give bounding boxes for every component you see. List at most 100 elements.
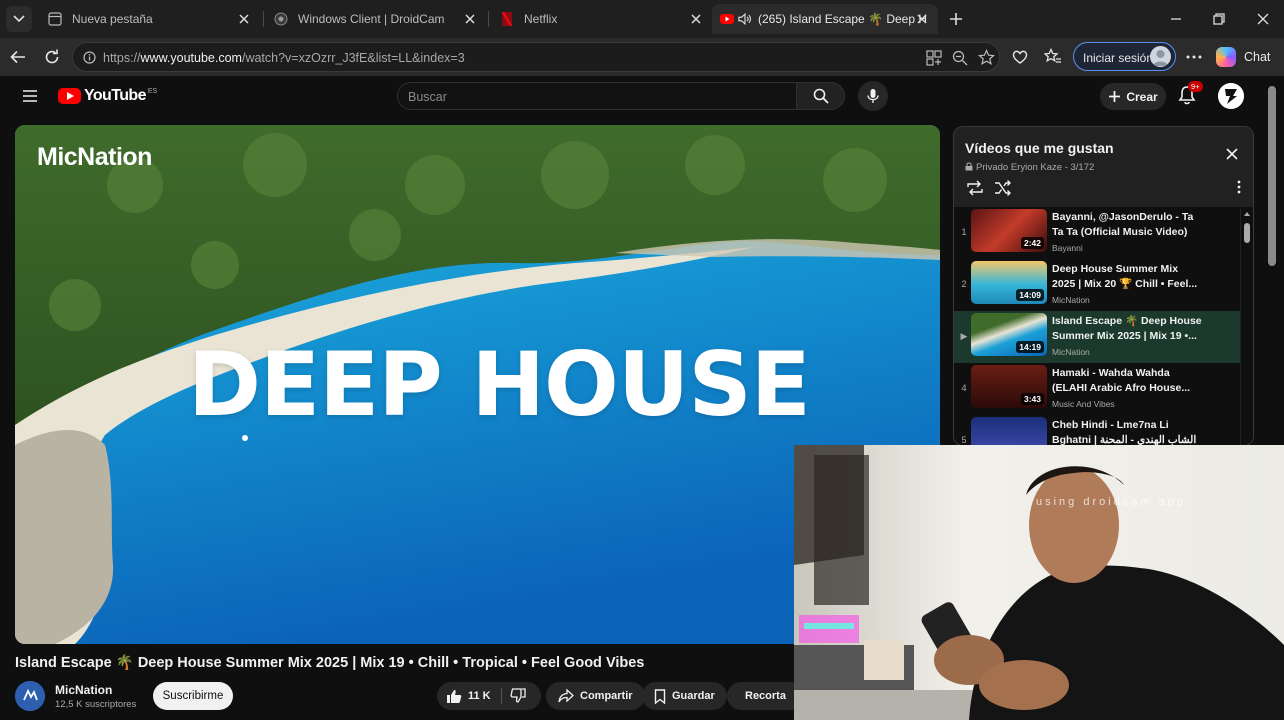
item-title[interactable]: Deep House Summer Mix 2025 | Mix 20 🏆 Ch…	[1052, 262, 1202, 292]
tab-youtube-active[interactable]: (265) Island Escape 🌴 Deep H	[712, 4, 938, 34]
region-code: ES	[147, 87, 158, 95]
youtube-favicon	[720, 12, 734, 26]
playlist-scrollbar[interactable]	[1241, 207, 1253, 445]
close-tab-icon[interactable]	[236, 11, 252, 27]
performance-button[interactable]	[1008, 45, 1032, 69]
like-divider	[501, 688, 502, 704]
create-button[interactable]: Crear	[1100, 83, 1166, 110]
subscribe-button[interactable]: Suscribirme	[153, 682, 233, 710]
plus-icon	[1109, 91, 1121, 102]
zoom-icon[interactable]	[952, 50, 968, 71]
account-avatar[interactable]	[1218, 83, 1244, 109]
tab-title: Nueva pestaña	[72, 12, 153, 26]
save-label: Guardar	[672, 690, 715, 702]
search-icon	[813, 88, 829, 104]
video-thumbnail[interactable]: 14:19	[971, 313, 1047, 356]
chat-label: Chat	[1244, 50, 1271, 64]
video-title: Island Escape 🌴 Deep House Summer Mix 20…	[15, 655, 645, 671]
profile-avatar-icon	[1150, 46, 1171, 67]
playlist-item[interactable]: 5 Cheb Hindi - Lme7na Li Bghatni | الشاب…	[954, 415, 1240, 445]
shuffle-button[interactable]	[994, 180, 1012, 201]
scrollbar-thumb[interactable]	[1244, 223, 1250, 243]
like-button[interactable]: 11 K	[446, 682, 491, 710]
playlist-title[interactable]: Vídeos que me gustan	[965, 140, 1114, 156]
speaker-icon[interactable]	[738, 12, 752, 26]
playlist-item[interactable]: 1 2:42 Bayanni, @JasonDerulo - Ta Ta Ta …	[954, 207, 1240, 259]
item-channel: MicNation	[1052, 347, 1090, 357]
tab-netflix[interactable]: Netflix	[490, 4, 712, 34]
shuffle-icon	[995, 180, 1011, 196]
youtube-play-icon	[58, 88, 81, 104]
browser-toolbar: https://www.youtube.com/watch?v=xzOzrr_J…	[0, 38, 1284, 76]
reload-button[interactable]	[40, 45, 64, 69]
save-button[interactable]: Guardar	[642, 682, 727, 710]
item-title[interactable]: Hamaki - Wahda Wahda (ELAHI Arabic Afro …	[1052, 366, 1202, 396]
favorite-star-icon[interactable]	[977, 49, 996, 71]
back-button[interactable]	[6, 45, 30, 69]
search-button[interactable]	[797, 82, 845, 110]
close-playlist-button[interactable]	[1225, 147, 1241, 163]
playlist-item[interactable]: 4 3:43 Hamaki - Wahda Wahda (ELAHI Arabi…	[954, 363, 1240, 415]
favorites-button[interactable]	[1041, 45, 1065, 69]
tab-droidcam[interactable]: Windows Client | DroidCam	[264, 4, 486, 34]
app-available-icon[interactable]	[926, 50, 942, 71]
loop-button[interactable]	[966, 180, 984, 201]
item-title[interactable]: Bayanni, @JasonDerulo - Ta Ta Ta (Offici…	[1052, 210, 1202, 240]
search-input[interactable]	[408, 88, 788, 106]
channel-avatar[interactable]	[15, 681, 45, 711]
browser-tab-bar: Nueva pestaña Windows Client | DroidCam …	[0, 0, 1284, 38]
item-index: 1	[961, 227, 967, 237]
thumbs-down-icon	[510, 688, 526, 703]
url-text[interactable]: https://www.youtube.com/watch?v=xzOzrr_J…	[103, 51, 465, 65]
like-count: 11 K	[468, 690, 491, 702]
item-title[interactable]: Island Escape 🌴 Deep House Summer Mix 20…	[1052, 314, 1202, 344]
voice-search-button[interactable]	[858, 81, 888, 111]
scroll-up-icon[interactable]	[1241, 209, 1253, 219]
copilot-chat-button[interactable]: Chat	[1216, 46, 1270, 68]
close-tab-icon[interactable]	[688, 11, 704, 27]
maximize-button[interactable]	[1208, 8, 1230, 30]
signin-button[interactable]: Iniciar sesión	[1073, 42, 1176, 71]
minimize-button[interactable]	[1165, 8, 1187, 30]
clip-button[interactable]: Recorta	[727, 682, 797, 710]
search-field[interactable]	[397, 82, 797, 110]
video-thumbnail[interactable]: 3:43	[971, 365, 1047, 408]
tab-divider	[488, 11, 489, 27]
tab-title: Windows Client | DroidCam	[298, 12, 445, 26]
video-thumbnail[interactable]: 14:09	[971, 261, 1047, 304]
playlist-item-current[interactable]: ▶ 14:19 Island Escape 🌴 Deep House Summe…	[954, 311, 1240, 363]
share-button[interactable]: Compartir	[546, 682, 645, 710]
address-bar[interactable]: https://www.youtube.com/watch?v=xzOzrr_J…	[72, 42, 1000, 72]
video-thumbnail[interactable]: 2:42	[971, 209, 1047, 252]
new-tab-button[interactable]	[945, 8, 967, 30]
tab-title: (265) Island Escape 🌴 Deep H	[758, 12, 928, 26]
playlist-item[interactable]: 2 14:09 Deep House Summer Mix 2025 | Mix…	[954, 259, 1240, 311]
video-duration: 2:42	[1020, 237, 1044, 249]
page-scrollbar[interactable]	[1268, 86, 1276, 266]
playlist-more-button[interactable]	[1237, 180, 1241, 199]
notifications-button[interactable]: 9+	[1178, 81, 1203, 107]
close-tab-icon[interactable]	[462, 11, 478, 27]
item-title[interactable]: Cheb Hindi - Lme7na Li Bghatni | الشاب ا…	[1052, 418, 1202, 445]
youtube-logo[interactable]: YouTube ES	[58, 87, 157, 105]
site-info-icon[interactable]	[83, 51, 96, 69]
webcam-feed-image	[794, 445, 1284, 720]
tab-nueva-pestana[interactable]: Nueva pestaña	[38, 4, 260, 34]
item-channel: Music And Vibes	[1052, 399, 1115, 409]
hamburger-menu-icon[interactable]	[22, 89, 38, 108]
close-tab-icon[interactable]	[914, 11, 930, 27]
tab-actions-button[interactable]	[6, 6, 32, 32]
playlist-header: Vídeos que me gustan Privado Eryion Kaze…	[954, 127, 1253, 205]
video-duration: 3:43	[1020, 393, 1044, 405]
close-window-button[interactable]	[1252, 8, 1274, 30]
now-playing-icon: ▶	[960, 331, 968, 341]
dislike-button[interactable]	[510, 688, 532, 706]
channel-name[interactable]: MicNation	[55, 683, 112, 697]
item-channel: MicNation	[1052, 295, 1090, 305]
item-index: 4	[961, 383, 967, 393]
video-thumbnail[interactable]	[971, 417, 1047, 445]
channel-owner[interactable]: MicNation 12,5 K suscriptores	[15, 680, 275, 712]
netflix-icon	[500, 12, 514, 26]
share-icon	[558, 689, 574, 703]
more-options-button[interactable]	[1182, 45, 1206, 69]
